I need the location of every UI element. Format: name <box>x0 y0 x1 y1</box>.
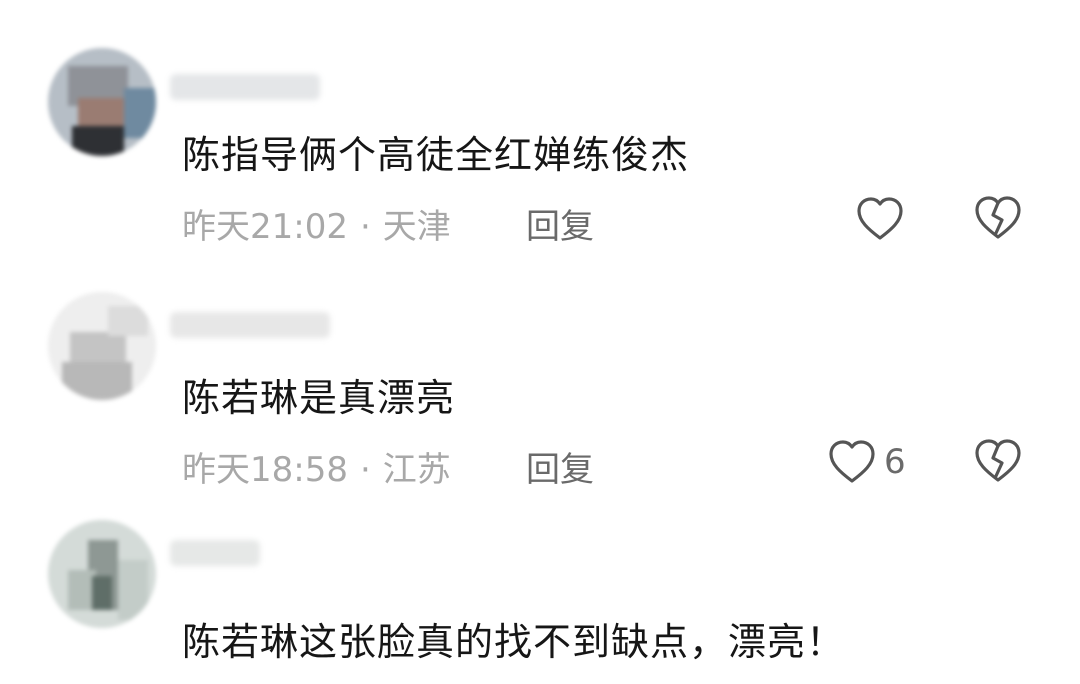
comment-text: 陈若琳这张脸真的找不到缺点，漂亮！ <box>182 620 846 664</box>
comment-item: 陈若琳这张脸真的找不到缺点，漂亮！ <box>0 0 1080 684</box>
username[interactable] <box>170 540 260 566</box>
avatar[interactable] <box>48 520 156 628</box>
